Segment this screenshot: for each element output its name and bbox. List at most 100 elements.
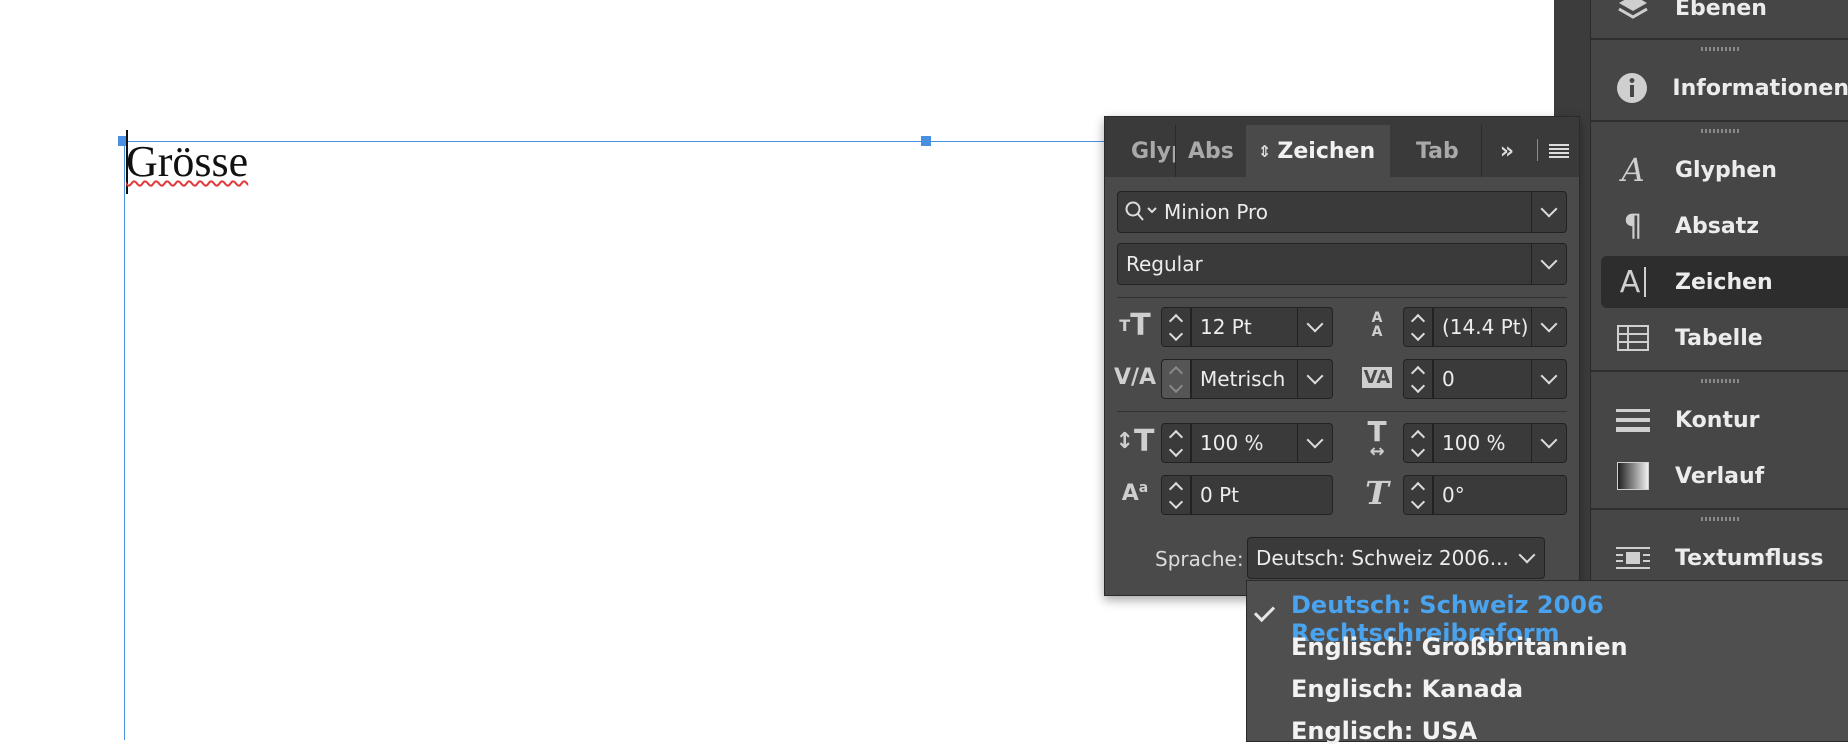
font-size-stepper[interactable] (1161, 307, 1191, 347)
tracking-dropdown[interactable] (1531, 360, 1566, 398)
panel-menu-icon[interactable] (1541, 133, 1577, 169)
tracking-icon: VA (1361, 366, 1393, 388)
tab-separator (1481, 125, 1482, 177)
tab-absatz[interactable]: Abs (1176, 125, 1236, 177)
dock-group-grip[interactable] (1591, 514, 1848, 524)
vertical-scale-dropdown[interactable] (1297, 424, 1332, 462)
search-icon (1124, 200, 1160, 229)
chevron-down-icon (1306, 315, 1324, 333)
chevron-down-icon (1410, 378, 1426, 393)
menu-item-label: Englisch: Kanada (1291, 675, 1524, 703)
baseline-shift-icon: Aa (1121, 480, 1149, 506)
vertical-scale-field[interactable]: 100 % (1191, 423, 1333, 463)
leading-field[interactable]: (14.4 Pt) (1433, 307, 1567, 347)
dock-item-label: Ebenen (1675, 0, 1767, 21)
menu-item-englisch-kanada[interactable]: Englisch: Kanada (1291, 675, 1523, 703)
dock-group-grip[interactable] (1591, 44, 1848, 54)
chevron-down-icon (1306, 431, 1324, 449)
more-tabs-icon[interactable]: » (1489, 133, 1525, 169)
menu-item-englisch-usa[interactable]: Englisch: USA (1291, 717, 1477, 745)
tabbar-divider (1537, 139, 1538, 161)
tracking-stepper[interactable] (1403, 359, 1433, 399)
horizontal-scale-value: 100 % (1442, 431, 1506, 455)
horizontal-scale-stepper[interactable] (1403, 423, 1433, 463)
text-frame-content[interactable]: Grösse (126, 136, 248, 188)
frame-left-edge (124, 141, 125, 740)
font-size-value: 12 Pt (1200, 315, 1252, 339)
dock-item-tabelle[interactable]: Tabelle (1591, 312, 1848, 364)
tracking-field[interactable]: 0 (1433, 359, 1567, 399)
tab-zeichen[interactable]: ⇕ Zeichen (1246, 125, 1390, 177)
font-size-dropdown[interactable] (1297, 308, 1332, 346)
dock-item-zeichen[interactable]: A Zeichen (1601, 256, 1848, 308)
chevron-down-icon (1540, 367, 1558, 385)
kerning-stepper[interactable] (1161, 359, 1191, 399)
tab-glyphen[interactable]: Glyp (1105, 125, 1175, 177)
panel-tab-bar: Glyp Abs ⇕ Zeichen Tab » (1105, 117, 1579, 177)
kerning-dropdown[interactable] (1297, 360, 1332, 398)
menu-item-englisch-gb[interactable]: Englisch: Großbritannien (1291, 633, 1628, 661)
dock-item-kontur[interactable]: Kontur (1591, 394, 1848, 446)
chevron-down-icon (1168, 326, 1184, 341)
gradient-icon (1613, 458, 1653, 494)
chevron-down-icon (1518, 546, 1536, 564)
dock-separator (1591, 508, 1848, 510)
kerning-icon: V/A (1113, 364, 1157, 390)
chevron-up-icon (1168, 313, 1184, 328)
dock-group-grip[interactable] (1591, 376, 1848, 386)
info-icon (1613, 70, 1650, 106)
chevron-down-icon (1410, 326, 1426, 341)
font-style-dropdown[interactable] (1531, 244, 1566, 284)
dock-item-glyphen[interactable]: A Glyphen (1591, 144, 1848, 196)
leading-value: (14.4 Pt) (1442, 315, 1529, 339)
dock-item-informationen[interactable]: Informationen (1591, 62, 1848, 114)
font-size-field[interactable]: 12 Pt (1191, 307, 1333, 347)
leading-icon: AA (1371, 310, 1383, 340)
dock-item-ebenen[interactable]: Ebenen (1591, 0, 1848, 34)
font-style-value: Regular (1126, 252, 1203, 276)
skew-stepper[interactable] (1403, 475, 1433, 515)
horizontal-scale-dropdown[interactable] (1531, 424, 1566, 462)
language-dropdown[interactable] (1510, 538, 1544, 578)
horizontal-scale-field[interactable]: 100 % (1433, 423, 1567, 463)
text-wrap-icon (1613, 540, 1653, 576)
chevron-down-icon (1540, 431, 1558, 449)
dock-item-label: Kontur (1675, 407, 1760, 433)
dock-group-grip[interactable] (1591, 126, 1848, 136)
frame-handle-top-center[interactable] (921, 136, 931, 146)
paragraph-icon: ¶ (1623, 208, 1643, 244)
leading-dropdown[interactable] (1531, 308, 1566, 346)
dock-item-label: Informationen (1672, 75, 1848, 101)
baseline-shift-value: 0 Pt (1200, 483, 1239, 507)
chevron-up-icon (1410, 429, 1426, 444)
dock-item-absatz[interactable]: ¶ Absatz (1591, 200, 1848, 252)
chevron-down-icon (1410, 442, 1426, 457)
table-icon (1613, 320, 1653, 356)
chevron-down-icon (1540, 315, 1558, 333)
tab-tabelle[interactable]: Tab (1400, 125, 1480, 177)
dock-item-label: Textumfluss (1675, 545, 1824, 571)
chevron-up-icon (1410, 365, 1426, 380)
baseline-shift-field[interactable]: 0 Pt (1191, 475, 1333, 515)
font-family-field[interactable]: Minion Pro (1117, 191, 1567, 233)
chevron-down-icon (1168, 378, 1184, 393)
frame-top-edge (122, 141, 1104, 142)
chevron-down-icon (1540, 200, 1558, 218)
leading-stepper[interactable] (1403, 307, 1433, 347)
font-family-dropdown[interactable] (1531, 192, 1566, 232)
skew-icon: T (1365, 474, 1389, 512)
font-style-field[interactable]: Regular (1117, 243, 1567, 285)
chevron-down-icon (1306, 367, 1324, 385)
horizontal-scale-icon: T ↔ (1367, 415, 1387, 462)
chevron-up-icon (1410, 481, 1426, 496)
baseline-shift-stepper[interactable] (1161, 475, 1191, 515)
vertical-scale-stepper[interactable] (1161, 423, 1191, 463)
kerning-field[interactable]: Metrisch (1191, 359, 1333, 399)
dock-item-textumfluss[interactable]: Textumfluss (1591, 532, 1848, 584)
checkmark-icon (1253, 600, 1276, 623)
language-select[interactable]: Deutsch: Schweiz 2006... (1247, 537, 1545, 579)
dock-item-label: Verlauf (1675, 463, 1765, 489)
dock-item-verlauf[interactable]: Verlauf (1591, 450, 1848, 502)
layers-icon (1613, 0, 1653, 26)
skew-field[interactable]: 0° (1433, 475, 1567, 515)
